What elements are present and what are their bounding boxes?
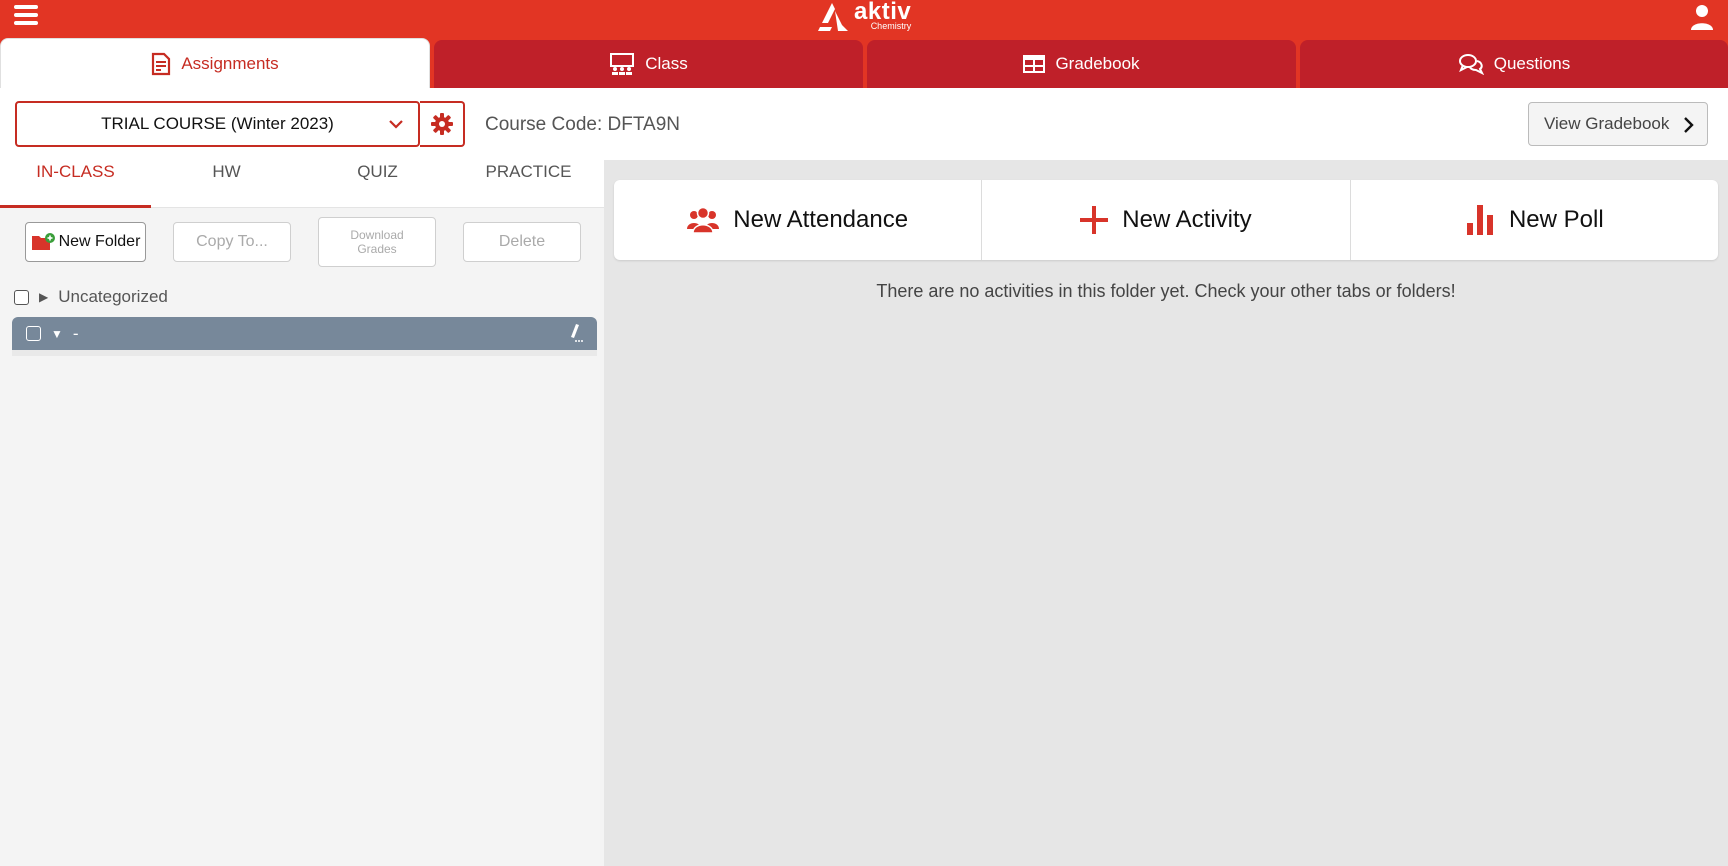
folder-name: Uncategorized — [58, 287, 168, 306]
top-bar: aktiv Chemistry — [0, 0, 1728, 34]
view-gradebook-button[interactable]: View Gradebook — [1528, 102, 1708, 146]
tab-assignments[interactable]: Assignments — [0, 38, 430, 88]
course-select[interactable]: TRIAL COURSE (Winter 2023) — [15, 101, 420, 147]
folder-uncategorized[interactable]: ▶ Uncategorized — [14, 282, 604, 312]
main-tabs: Assignments Class Gradebook Questions — [0, 34, 1728, 88]
gear-icon — [430, 113, 453, 135]
download-grades-button[interactable]: Download Grades — [318, 217, 436, 267]
tab-gradebook[interactable]: Gradebook — [867, 40, 1296, 88]
course-row: TRIAL COURSE (Winter 2023) Course Code: … — [0, 88, 1728, 160]
hamburger-menu-icon[interactable] — [14, 5, 38, 29]
user-profile-icon[interactable] — [1690, 4, 1714, 30]
bar-chart-icon — [1466, 205, 1493, 235]
document-icon — [152, 52, 171, 75]
download-grades-label-line1: Download — [350, 228, 404, 242]
tab-label: Assignments — [181, 53, 279, 73]
new-folder-icon — [31, 233, 55, 250]
collapse-triangle-icon[interactable]: ▼ — [51, 327, 63, 341]
chevron-right-icon — [1684, 117, 1694, 133]
chat-bubbles-icon — [1458, 54, 1484, 75]
folder-contents — [12, 350, 597, 356]
view-gradebook-label: View Gradebook — [1544, 114, 1670, 133]
new-attendance-label: New Attendance — [733, 206, 909, 233]
tab-in-class[interactable]: IN-CLASS — [0, 160, 151, 208]
delete-label: Delete — [498, 233, 546, 250]
new-folder-label: New Folder — [58, 233, 141, 250]
tab-label: Questions — [1493, 54, 1571, 73]
folder-checkbox[interactable] — [26, 326, 41, 341]
app-logo[interactable]: aktiv Chemistry — [818, 0, 911, 34]
new-folder-button[interactable]: New Folder — [25, 222, 146, 262]
tab-quiz[interactable]: QUIZ — [302, 160, 453, 208]
new-attendance-button[interactable]: New Attendance — [614, 180, 983, 260]
tab-label: Class — [645, 54, 688, 73]
new-activity-label: New Activity — [1122, 206, 1252, 233]
tab-questions[interactable]: Questions — [1300, 40, 1728, 88]
delete-button[interactable]: Delete — [463, 222, 581, 262]
copy-to-label: Copy To... — [196, 233, 268, 250]
expand-triangle-icon[interactable]: ▶ — [39, 290, 48, 304]
new-activity-button[interactable]: New Activity — [982, 180, 1351, 260]
course-settings-button[interactable] — [420, 101, 465, 147]
assignments-panel: IN-CLASS HW QUIZ PRACTICE New Folder Cop… — [0, 160, 604, 866]
activities-panel: New Attendance New Activity New Poll The… — [604, 160, 1728, 866]
aktiv-logo-icon — [818, 3, 848, 31]
create-actions-bar: New Attendance New Activity New Poll — [614, 180, 1718, 260]
people-group-icon — [687, 207, 720, 233]
folder-toolbar: New Folder Copy To... Download Grades De… — [0, 208, 604, 270]
tab-class[interactable]: Class — [434, 40, 863, 88]
table-icon — [1023, 55, 1046, 73]
download-grades-label-line2: Grades — [357, 242, 397, 256]
course-select-value: TRIAL COURSE (Winter 2023) — [101, 114, 334, 133]
new-poll-label: New Poll — [1508, 206, 1604, 233]
new-poll-button[interactable]: New Poll — [1351, 180, 1718, 260]
empty-folder-message: There are no activities in this folder y… — [876, 281, 1456, 301]
folder-selected[interactable]: ▼ - — [12, 317, 597, 350]
tab-hw[interactable]: HW — [151, 160, 302, 208]
logo-subtitle: Chemistry — [870, 20, 912, 31]
assignment-type-tabs: IN-CLASS HW QUIZ PRACTICE — [0, 160, 604, 208]
classroom-icon — [610, 53, 635, 75]
folder-name: - — [72, 323, 79, 343]
logo-name: aktiv — [854, 0, 912, 25]
folder-checkbox[interactable] — [14, 289, 29, 305]
tab-practice[interactable]: PRACTICE — [453, 160, 604, 208]
edit-pencil-icon[interactable] — [567, 323, 585, 343]
tab-label: Gradebook — [1055, 54, 1140, 73]
chevron-down-icon — [389, 120, 403, 129]
course-code: Course Code: DFTA9N — [485, 114, 680, 135]
plus-icon — [1080, 206, 1109, 234]
copy-to-button[interactable]: Copy To... — [173, 222, 291, 262]
